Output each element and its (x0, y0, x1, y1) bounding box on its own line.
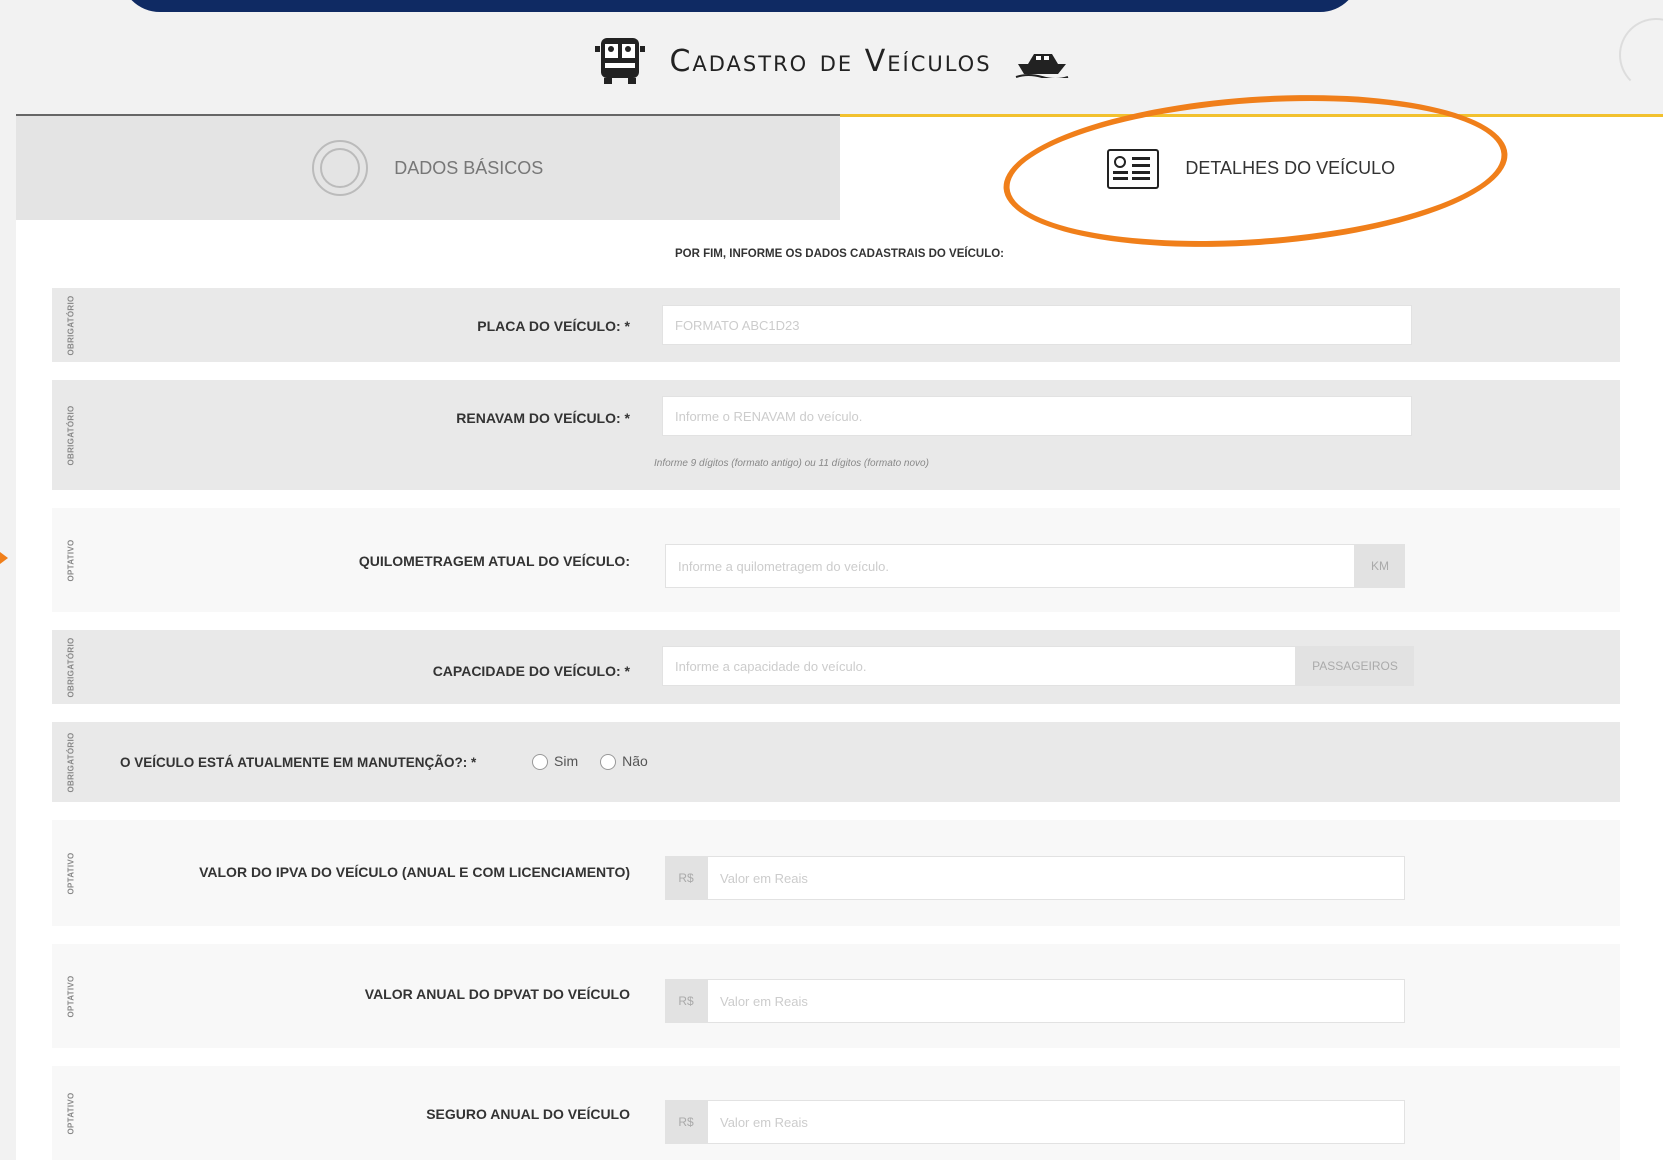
placa-label: PLACA DO VEÍCULO: * (477, 318, 630, 334)
seguro-label: SEGURO ANUAL DO VEÍCULO (426, 1106, 630, 1122)
renavam-label: RENAVAM DO VEÍCULO: * (456, 410, 630, 426)
manutencao-label: O VEÍCULO ESTÁ ATUALMENTE EM MANUTENÇÃO?… (120, 755, 477, 770)
tab-dados-basicos-label: DADOS BÁSICOS (394, 157, 544, 178)
required-tag: OBRIGATÓRIO (66, 731, 76, 793)
dpvat-input[interactable]: Valor em Reais (707, 979, 1405, 1023)
radio-nao-circle[interactable] (600, 753, 617, 770)
required-tag: OBRIGATÓRIO (66, 404, 76, 466)
placa-row: OBRIGATÓRIO PLACA DO VEÍCULO: * FORMATO … (52, 288, 1620, 362)
left-edge-arrow (0, 552, 8, 564)
renavam-row: OBRIGATÓRIO RENAVAM DO VEÍCULO: * Inform… (52, 380, 1620, 490)
tab-detalhes-veiculo[interactable]: DETALHES DO VEÍCULO (839, 114, 1663, 220)
tab-dados-basicos[interactable]: DADOS BÁSICOS (16, 114, 840, 220)
seguro-input[interactable]: Valor em Reais (707, 1100, 1405, 1144)
radio-nao[interactable]: Não (600, 753, 648, 771)
optional-tag: OPTATIVO (66, 851, 76, 895)
required-tag: OBRIGATÓRIO (66, 636, 76, 698)
required-tag: OBRIGATÓRIO (66, 294, 76, 356)
seguro-prefix: R$ (665, 1100, 707, 1144)
km-label: QUILOMETRAGEM ATUAL DO VEÍCULO: (358, 553, 630, 569)
id-card-icon (1107, 148, 1160, 189)
seguro-row: OPTATIVO SEGURO ANUAL DO VEÍCULO R$ Valo… (52, 1066, 1620, 1160)
radio-sim-label: Sim (554, 753, 579, 769)
km-unit: KM (1355, 544, 1405, 588)
km-input[interactable]: Informe a quilometragem do veículo. (665, 544, 1355, 588)
page-header: Cadastro de Veículos (0, 12, 1663, 110)
ipva-prefix: R$ (665, 856, 707, 900)
manutencao-options: Sim Não (532, 753, 648, 771)
radio-sim-circle[interactable] (532, 753, 548, 770)
dpvat-label: VALOR ANUAL DO DPVAT DO VEÍCULO (364, 986, 630, 1002)
dpvat-row: OPTATIVO VALOR ANUAL DO DPVAT DO VEÍCULO… (52, 944, 1620, 1048)
dpvat-prefix: R$ (665, 979, 707, 1023)
optional-tag: OPTATIVO (66, 538, 76, 582)
form-intro: POR FIM, INFORME OS DADOS CADASTRAIS DO … (674, 248, 1005, 260)
manutencao-row: OBRIGATÓRIO O VEÍCULO ESTÁ ATUALMENTE EM… (52, 722, 1620, 802)
capacidade-row: OBRIGATÓRIO CAPACIDADE DO VEÍCULO: * Inf… (52, 630, 1620, 704)
capacidade-input[interactable]: Informe a capacidade do veículo. (662, 646, 1296, 686)
bus-icon (595, 38, 646, 84)
renavam-input[interactable]: Informe o RENAVAM do veículo. (662, 396, 1412, 436)
top-banner (120, 0, 1360, 12)
radio-nao-label: Não (622, 753, 648, 769)
capacidade-label: CAPACIDADE DO VEÍCULO: * (432, 663, 630, 679)
km-row: OPTATIVO QUILOMETRAGEM ATUAL DO VEÍCULO:… (52, 508, 1620, 612)
steering-wheel-icon (312, 140, 369, 196)
ipva-label: VALOR DO IPVA DO VEÍCULO (ANUAL E COM LI… (199, 864, 630, 880)
ipva-row: OPTATIVO VALOR DO IPVA DO VEÍCULO (ANUAL… (52, 820, 1620, 926)
placa-input[interactable]: FORMATO ABC1D23 (662, 305, 1412, 345)
renavam-hint: Informe 9 dígitos (formato antigo) ou 11… (654, 458, 929, 469)
optional-tag: OPTATIVO (66, 1091, 76, 1135)
capacidade-unit: PASSAGEIROS (1296, 646, 1414, 686)
ipva-input[interactable]: Valor em Reais (707, 856, 1405, 900)
tab-bar: DADOS BÁSICOS DETALHES DO VEÍCULO (16, 114, 1663, 220)
optional-tag: OPTATIVO (66, 974, 76, 1018)
page-title: Cadastro de Veículos (669, 43, 992, 79)
tab-detalhes-veiculo-label: DETALHES DO VEÍCULO (1185, 158, 1396, 178)
boat-icon (1015, 54, 1068, 78)
radio-sim[interactable]: Sim (532, 753, 578, 771)
